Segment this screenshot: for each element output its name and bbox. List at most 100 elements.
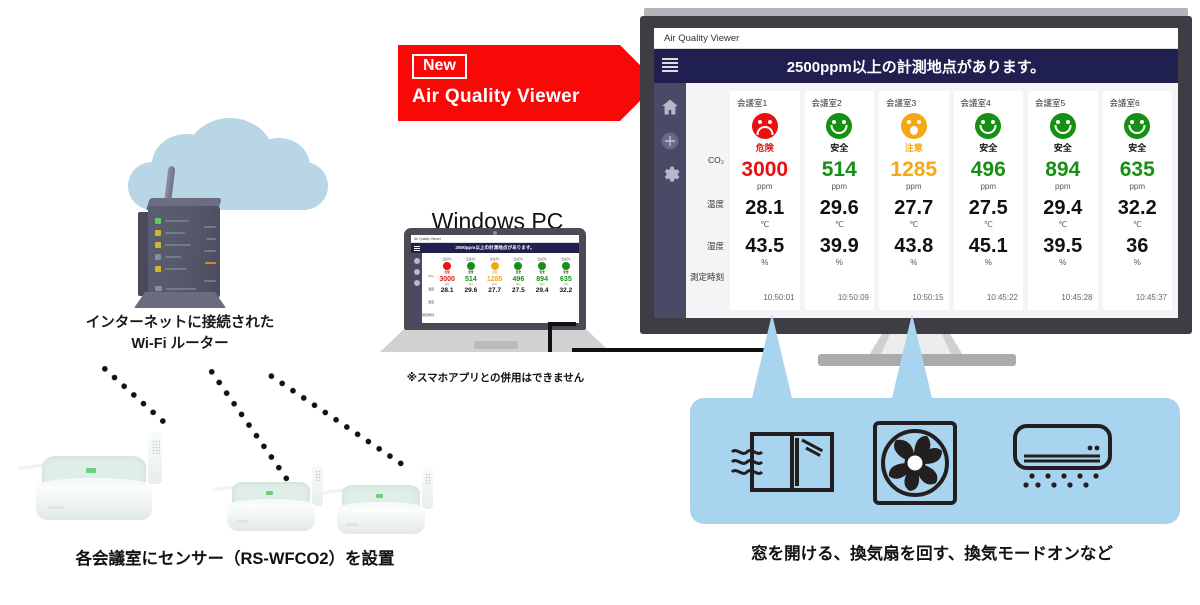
row-label-column: CO₂ 温度 湿度 測定時刻 bbox=[686, 91, 730, 310]
temperature-value: 29.4 bbox=[1043, 197, 1083, 219]
room-column[interactable]: 会議室6 安全 635 ppm 32.2 ℃ 36% 10:45:37 bbox=[1102, 91, 1172, 310]
temperature-unit: ℃ bbox=[1132, 220, 1142, 229]
co2-unit: ppm bbox=[756, 182, 773, 191]
humidity-value: 39.5 bbox=[1043, 235, 1083, 257]
app-title-bar: Air Quality Viewer bbox=[654, 28, 1178, 49]
co2-value: 894 bbox=[1045, 158, 1081, 181]
measured-time: 10:45:37 bbox=[1135, 293, 1167, 302]
status-face-sad bbox=[751, 113, 778, 139]
settings-icon[interactable] bbox=[660, 165, 680, 185]
co2-unit: ppm bbox=[905, 182, 922, 191]
row-label-humidity: 湿度 bbox=[706, 241, 724, 251]
face-eye-left bbox=[906, 120, 911, 124]
mini-co2-unit: ppm bbox=[563, 282, 569, 286]
co2-value: 514 bbox=[821, 158, 857, 181]
co2-value: 635 bbox=[1119, 158, 1155, 181]
home-icon[interactable] bbox=[660, 97, 680, 117]
room-name: 会議室6 bbox=[1109, 98, 1140, 108]
humidity-value: 39.9 bbox=[819, 235, 859, 257]
router-body bbox=[148, 206, 220, 298]
mini-label-humidity: 湿度 bbox=[427, 299, 434, 304]
co2-sensor-2 bbox=[211, 460, 340, 531]
mini-status-face bbox=[514, 262, 523, 270]
mini-co2-value: 514 bbox=[465, 275, 477, 283]
alert-banner: 2500ppm以上の計測地点があります。 bbox=[654, 49, 1178, 83]
co2-unit: ppm bbox=[980, 182, 997, 191]
row-label-co2: CO₂ bbox=[707, 155, 724, 165]
row-label-temperature: 温度 bbox=[706, 199, 724, 209]
mini-room-name: 会議室2 bbox=[466, 258, 476, 261]
status-face-smile bbox=[1124, 113, 1151, 139]
measured-time: 10:45:22 bbox=[986, 293, 1018, 302]
humidity-value: 45.1 bbox=[968, 235, 1008, 257]
mini-co2-unit: ppm bbox=[516, 282, 521, 286]
room-name: 会議室1 bbox=[737, 98, 768, 108]
mini-room-column: 会議室1 危険 3000 ppm 28.1 bbox=[436, 255, 459, 321]
face-eye-right bbox=[767, 120, 772, 124]
humidity-unit: % bbox=[1059, 258, 1067, 267]
temperature-unit: ℃ bbox=[760, 220, 770, 229]
mini-room-column: 会議室3 注意 1285 ppm 27.7 bbox=[483, 255, 506, 321]
face-eye-right bbox=[842, 120, 847, 124]
face-mouth bbox=[1054, 125, 1072, 134]
dashboard-sidebar bbox=[654, 83, 686, 318]
mini-status-face bbox=[490, 262, 499, 270]
face-eye-right bbox=[991, 120, 996, 124]
humidity-unit: % bbox=[984, 258, 992, 267]
room-column[interactable]: 会議室2 安全 514 ppm 29.6 ℃ 39.9% 10:50:09 bbox=[804, 91, 874, 310]
status-face-smile bbox=[975, 113, 1002, 139]
face-mouth bbox=[979, 125, 997, 134]
dashboard-main: CO₂ 温度 湿度 測定時刻 会議室1 危険 3000 ppm 28.1 ℃ 43.5% 10… bbox=[686, 83, 1178, 318]
mini-room-name: 会議室5 bbox=[537, 258, 547, 261]
temperature-value: 27.7 bbox=[894, 197, 934, 219]
co2-unit: ppm bbox=[1129, 182, 1146, 191]
room-column[interactable]: 会議室4 安全 496 ppm 27.5 ℃ 45.1% 10:45:22 bbox=[953, 91, 1023, 310]
mini-temperature-value: 28.1 bbox=[440, 286, 454, 294]
router-caption: インターネットに接続された Wi-Fi ルーター bbox=[85, 315, 275, 353]
dotted-link-sensor-1 bbox=[96, 361, 172, 430]
face-eye-left bbox=[981, 120, 986, 124]
room-name: 会議室4 bbox=[960, 98, 991, 108]
laptop-screen: Air Quality Viewer 2500ppm以上の計測地点があります。 … bbox=[411, 235, 579, 323]
mini-status-label: 安全 bbox=[563, 271, 569, 274]
mini-co2-unit: ppm bbox=[539, 282, 545, 286]
mini-status-face bbox=[561, 262, 570, 270]
pc-link-segment-a bbox=[548, 322, 552, 352]
mini-room-name: 会議室1 bbox=[442, 258, 452, 261]
pointer-triangle-right bbox=[892, 314, 932, 398]
dashboard-body: CO₂ 温度 湿度 測定時刻 会議室1 危険 3000 ppm 28.1 ℃ 43.5% 10… bbox=[654, 83, 1178, 318]
co2-sensor-1 bbox=[18, 430, 188, 520]
face-mouth bbox=[830, 125, 848, 134]
add-icon[interactable] bbox=[660, 131, 680, 151]
mini-status-label: 安全 bbox=[468, 271, 474, 274]
mini-temperature-value: 29.4 bbox=[535, 286, 549, 294]
laptop-mini-dashboard: Air Quality Viewer 2500ppm以上の計測地点があります。 … bbox=[411, 235, 579, 323]
mini-room-column: 会議室2 安全 514 ppm 29.6 bbox=[459, 255, 482, 321]
pc-link-segment-b bbox=[548, 322, 576, 326]
mini-home-icon bbox=[413, 258, 420, 264]
mini-room-column: 会議室6 安全 635 ppm 32.2 bbox=[554, 255, 577, 321]
mini-status-label: 注意 bbox=[492, 271, 498, 274]
face-eye-left bbox=[1130, 120, 1135, 124]
pointer-triangle-left bbox=[752, 314, 792, 398]
menu-icon[interactable] bbox=[662, 58, 678, 72]
room-column[interactable]: 会議室1 危険 3000 ppm 28.1 ℃ 43.5% 10:50:01 bbox=[730, 91, 800, 310]
mini-label-time: 測定時刻 bbox=[422, 312, 435, 317]
alert-text: 2500ppm以上の計測地点があります。 bbox=[786, 58, 1046, 76]
status-label: 安全 bbox=[830, 143, 849, 153]
mini-status-label: 安全 bbox=[539, 271, 545, 274]
face-mouth bbox=[909, 126, 918, 135]
open-window-icon bbox=[730, 426, 840, 501]
mini-co2-value: 1285 bbox=[486, 275, 503, 283]
wifi-router bbox=[118, 165, 248, 313]
mini-status-face bbox=[466, 262, 475, 270]
face-eye-right bbox=[1065, 120, 1070, 124]
room-name: 会議室5 bbox=[1035, 98, 1066, 108]
status-label: 安全 bbox=[1053, 143, 1072, 153]
mini-status-face bbox=[443, 262, 452, 270]
humidity-value: 36 bbox=[1126, 235, 1149, 257]
room-column[interactable]: 会議室5 安全 894 ppm 29.4 ℃ 39.5% 10:45:28 bbox=[1028, 91, 1098, 310]
room-column[interactable]: 会議室3 注意 1285 ppm 27.7 ℃ 43.8% 10:50:15 bbox=[879, 91, 949, 310]
monitor-screen: Air Quality Viewer 2500ppm以上の計測地点があります。 bbox=[654, 28, 1178, 318]
mini-label-co2: CO₂ bbox=[428, 273, 434, 278]
